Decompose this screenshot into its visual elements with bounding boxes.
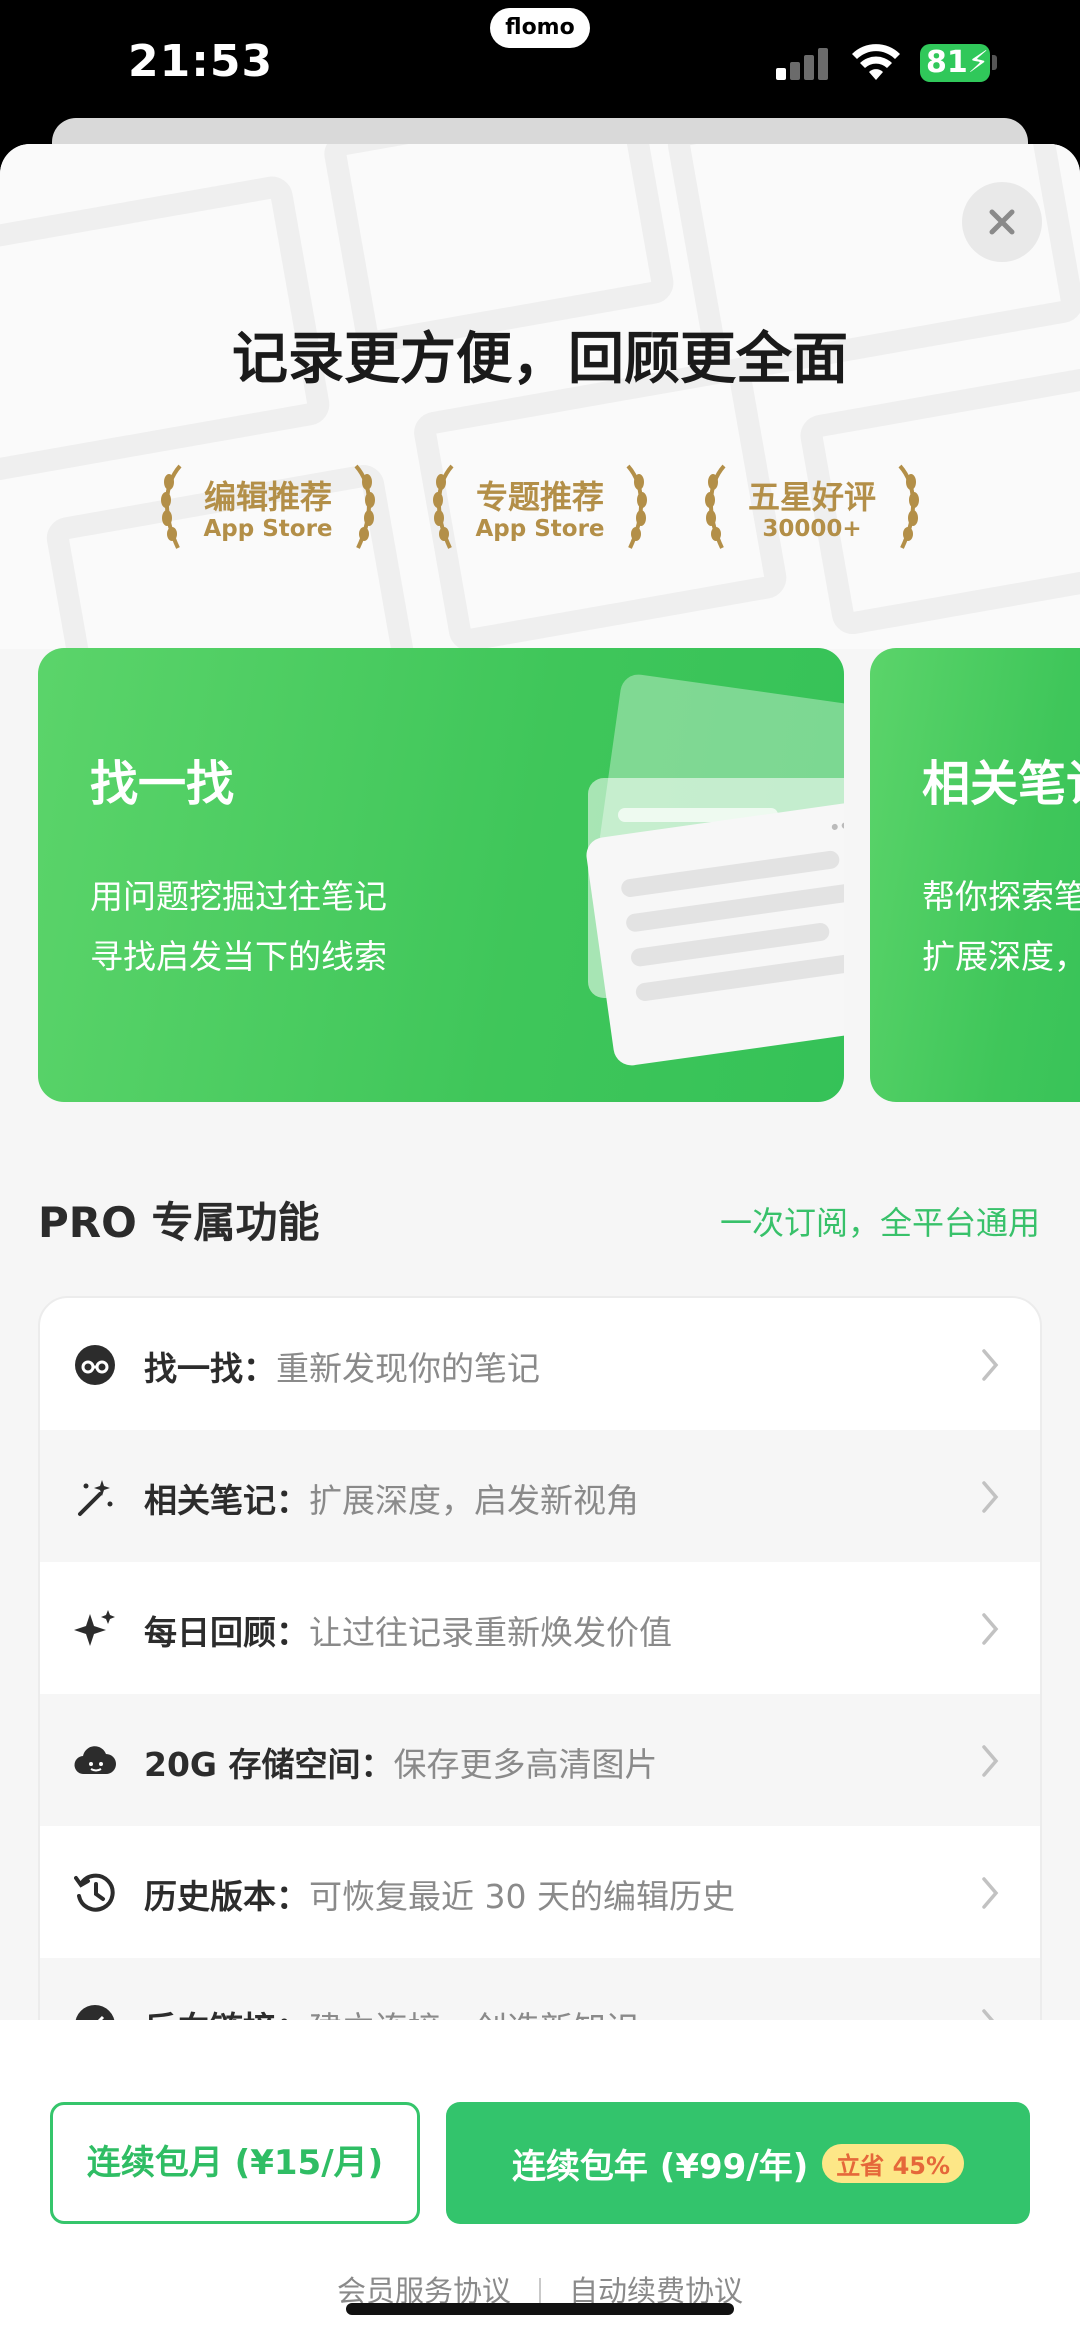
feature-name: 20G 存储空间：: [144, 1745, 394, 1784]
pro-feature-row-history[interactable]: 历史版本：可恢复最近 30 天的编辑历史: [40, 1826, 1040, 1958]
feature-card-related-notes[interactable]: 相关笔记 帮你探索笔记 扩展深度，: [870, 648, 1080, 1102]
feature-name: 找一找：: [144, 1349, 276, 1388]
award-title: 专题推荐: [475, 478, 604, 516]
chevron-right-icon: [982, 1613, 999, 1645]
home-indicator[interactable]: [346, 2303, 734, 2315]
history-icon: [74, 1873, 115, 1912]
feature-card-line: 用问题挖掘过往笔记: [90, 877, 387, 916]
hero-section: 记录更方便，回顾更全面 编辑推荐 App Store 专题推荐 App Stor…: [0, 144, 1080, 649]
feature-card-title: 相关笔记: [922, 756, 1080, 812]
cloud-icon: [74, 1746, 116, 1775]
pro-feature-row-daily-review[interactable]: 每日回顾：让过往记录重新焕发价值: [40, 1562, 1040, 1694]
monthly-subscription-button[interactable]: 连续包月 (¥15/月): [50, 2102, 420, 2224]
incognito-icon: [75, 1345, 115, 1385]
award-subtitle: App Store: [203, 516, 333, 542]
sparkles-icon: [74, 1610, 115, 1646]
cross-platform-note: 一次订阅，全平台通用: [719, 1204, 1040, 1242]
dynamic-island-app-label: flomo: [490, 8, 590, 48]
laurel-right-icon: [626, 464, 647, 549]
award-title: 五星好评: [747, 478, 876, 516]
chevron-right-icon: [982, 1349, 999, 1381]
close-button[interactable]: [962, 182, 1042, 262]
page-headline: 记录更方便，回顾更全面: [232, 327, 848, 392]
chevron-right-icon: [982, 1481, 999, 1513]
award-title: 编辑推荐: [203, 478, 332, 516]
charging-bolt-icon: ⚡: [967, 45, 989, 80]
notes-illustration: [586, 674, 844, 1066]
battery-indicator: 81⚡: [920, 44, 990, 82]
hero-background-pattern: [0, 144, 1080, 649]
pro-feature-row-related-notes[interactable]: 相关笔记：扩展深度，启发新视角: [40, 1430, 1040, 1562]
purchase-footer: 连续包月 (¥15/月) 连续包年 (¥99/年) 立省 45% 会员服务协议自…: [0, 2020, 1080, 2337]
pro-feature-row-search[interactable]: 找一找：重新发现你的笔记: [40, 1298, 1040, 1430]
feature-name: 历史版本：: [144, 1877, 309, 1916]
award-badge-editors-choice: 编辑推荐 App Store: [158, 464, 378, 554]
savings-badge: 立省 45%: [822, 2143, 965, 2183]
feature-description: 让过往记录重新焕发价值: [309, 1613, 672, 1652]
wifi-icon: [852, 44, 900, 80]
pro-feature-list: 找一找：重新发现你的笔记 相关笔记：扩展深度，启发新视角 每日回顾：让过往记录重…: [38, 1296, 1042, 2056]
feature-description: 扩展深度，启发新视角: [309, 1481, 639, 1520]
status-time: 21:53: [128, 36, 274, 87]
status-bar: 21:53 flomo 81⚡: [0, 0, 1080, 120]
feature-description: 重新发现你的笔记: [276, 1349, 540, 1388]
cellular-signal-icon: [776, 46, 832, 80]
award-badge-five-star: 五星好评 30000+: [702, 464, 922, 554]
feature-card-line: 寻找启发当下的线索: [90, 937, 387, 976]
yearly-button-label: 连续包年 (¥99/年): [511, 2146, 809, 2187]
award-badge-featured: 专题推荐 App Store: [430, 464, 650, 554]
feature-name: 相关笔记：: [144, 1481, 309, 1520]
pro-section-title: PRO 专属功能: [38, 1198, 320, 1247]
feature-card-line: 帮你探索笔记: [922, 877, 1080, 916]
battery-level: 81: [926, 45, 968, 80]
feature-description: 保存更多高清图片: [393, 1745, 658, 1784]
close-icon: [989, 209, 1015, 235]
chevron-right-icon: [982, 1745, 999, 1777]
feature-card-search[interactable]: 找一找 用问题挖掘过往笔记 寻找启发当下的线索: [38, 648, 844, 1102]
feature-card-title: 找一找: [90, 756, 235, 812]
feature-description: 可恢复最近 30 天的编辑历史: [309, 1877, 735, 1916]
pro-feature-row-storage[interactable]: 20G 存储空间：保存更多高清图片: [40, 1694, 1040, 1826]
feature-card-line: 扩展深度，: [922, 937, 1080, 976]
laurel-right-icon: [354, 464, 375, 549]
laurel-right-icon: [898, 464, 919, 549]
feature-name: 每日回顾：: [144, 1613, 309, 1652]
chevron-right-icon: [982, 1877, 999, 1909]
paywall-sheet: 记录更方便，回顾更全面 编辑推荐 App Store 专题推荐 App Stor…: [0, 144, 1080, 2337]
battery-cap: [992, 55, 997, 70]
award-subtitle: 30000+: [762, 516, 862, 542]
magic-wand-icon: [78, 1480, 113, 1516]
award-subtitle: App Store: [475, 516, 605, 542]
yearly-subscription-button[interactable]: 连续包年 (¥99/年) 立省 45%: [446, 2102, 1030, 2224]
